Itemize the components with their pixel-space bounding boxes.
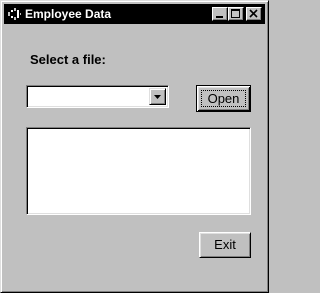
open-button[interactable]: Open [196,85,251,112]
focus-rectangle [201,90,246,107]
file-contents-list[interactable] [26,127,251,215]
title-bar[interactable]: Employee Data [4,4,265,24]
chevron-down-icon [154,95,161,99]
window-title: Employee Data [25,7,112,21]
close-icon [249,9,258,18]
app-icon [7,7,22,21]
exit-button[interactable]: Exit [199,232,251,258]
maximize-icon [231,9,240,18]
file-select[interactable] [26,85,169,108]
employee-data-window: Employee Data Select a file: Open Exit [0,0,269,293]
close-button[interactable] [246,7,262,21]
maximize-button[interactable] [228,7,244,21]
minimize-icon [216,16,223,18]
file-select-dropdown-button[interactable] [149,88,166,105]
minimize-button[interactable] [212,7,228,21]
select-file-label: Select a file: [30,52,106,67]
